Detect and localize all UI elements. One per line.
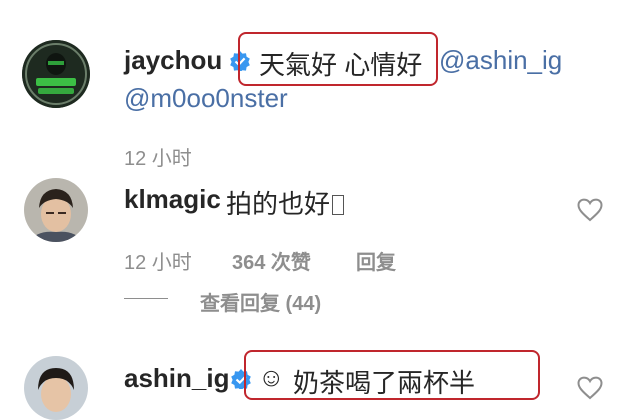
view-replies-button[interactable]: 查看回复 (44) xyxy=(200,287,321,316)
replies-divider-line xyxy=(124,298,168,299)
username-jaychou[interactable]: jaychou xyxy=(124,45,222,76)
timestamp[interactable]: 12 小时 xyxy=(124,246,192,275)
comment-text-klmagic: 拍的也好 xyxy=(226,184,345,221)
avatar-portrait-image xyxy=(24,178,88,242)
missing-glyph-box xyxy=(332,195,345,215)
heart-outline-icon[interactable] xyxy=(577,198,603,222)
comment-text-jaychou: 天氣好 心情好 xyxy=(259,50,423,80)
username-klmagic[interactable]: klmagic xyxy=(124,184,221,215)
avatar-jaychou[interactable] xyxy=(22,40,90,108)
comment-text-ashin: 奶茶喝了兩杯半 xyxy=(293,368,476,398)
avatar-green-hornet-image xyxy=(22,40,90,108)
timestamp[interactable]: 12 小时 xyxy=(124,142,192,171)
smiley-emoji-icon: ☺ xyxy=(258,362,285,392)
avatar-portrait-image xyxy=(24,356,88,420)
avatar-klmagic[interactable] xyxy=(24,178,88,242)
username-ashin[interactable]: ashin_ig xyxy=(124,363,229,394)
heart-outline-icon[interactable] xyxy=(577,376,603,400)
mention-m0oo0nster[interactable]: @m0oo0nster xyxy=(124,83,288,114)
mention-ashin[interactable]: @ashin_ig xyxy=(439,45,562,76)
like-count[interactable]: 364 次赞 xyxy=(232,246,311,275)
avatar-ashin[interactable] xyxy=(24,356,88,420)
reply-button[interactable]: 回复 xyxy=(356,246,396,275)
